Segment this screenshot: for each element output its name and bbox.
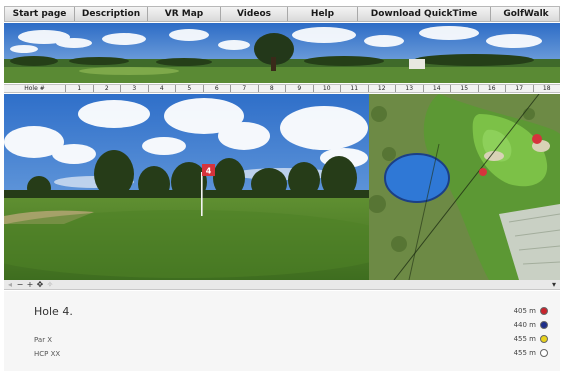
hole-hcp: HCP XX — [34, 350, 61, 358]
hole-18-link[interactable]: 18 — [534, 85, 561, 92]
hole-par: Par X — [34, 336, 53, 344]
vr-controls-bar: ◂ − + ✥ ✧ ▾ — [4, 280, 560, 290]
hole-2-link[interactable]: 2 — [94, 85, 121, 92]
nav-description[interactable]: Description — [75, 7, 148, 21]
hole-selector: Hole # 1 2 3 4 5 6 7 8 9 10 11 12 13 14 … — [4, 84, 560, 93]
hole-map-view[interactable] — [369, 94, 560, 280]
tee-distance: 455 m — [513, 349, 536, 357]
nav-golfwalk[interactable]: GolfWalk — [491, 7, 561, 21]
hole-5-link[interactable]: 5 — [176, 85, 204, 92]
hole-14-link[interactable]: 14 — [424, 85, 451, 92]
hole-6-link[interactable]: 6 — [204, 85, 231, 92]
map-pin-marker — [532, 134, 542, 144]
tee-red-row: 405 m — [514, 307, 548, 315]
nav-videos[interactable]: Videos — [221, 7, 288, 21]
vr-panorama-view[interactable]: 4 — [4, 94, 369, 280]
tee-white-dot — [540, 349, 548, 357]
hole-8-link[interactable]: 8 — [259, 85, 286, 92]
tee-distance: 440 m — [513, 321, 536, 329]
zoom-disabled-icon: ◂ — [7, 279, 12, 289]
hole-7-link[interactable]: 7 — [231, 85, 259, 92]
course-panorama[interactable] — [4, 23, 560, 83]
nav-download-quicktime[interactable]: Download QuickTime — [358, 7, 491, 21]
hole-17-link[interactable]: 17 — [506, 85, 534, 92]
hole-4-link[interactable]: 4 — [149, 85, 176, 92]
tee-yellow-dot — [540, 335, 548, 343]
hole-title: Hole 4. — [34, 305, 73, 318]
panorama-image — [4, 23, 560, 83]
hole-15-link[interactable]: 15 — [451, 85, 479, 92]
menu-down-icon[interactable]: ▾ — [550, 280, 558, 289]
show-hotspots-icon[interactable]: ✧ — [46, 280, 54, 289]
tee-blue-dot — [540, 321, 548, 329]
map-position-marker — [479, 168, 487, 176]
tee-red-dot — [540, 307, 548, 315]
hole-9-link[interactable]: 9 — [286, 85, 314, 92]
tee-distance: 405 m — [513, 307, 536, 315]
hotspot-icon[interactable]: ✥ — [36, 280, 44, 289]
flag-number: 4 — [206, 167, 212, 176]
hole-3-link[interactable]: 3 — [121, 85, 149, 92]
nav-help[interactable]: Help — [288, 7, 358, 21]
top-navigation: Start page Description VR Map Videos Hel… — [4, 6, 560, 22]
nav-start-page[interactable]: Start page — [5, 7, 75, 21]
tee-blue-row: 440 m — [514, 321, 548, 329]
tee-yellow-row: 455 m — [514, 335, 548, 343]
zoom-out-icon[interactable]: − — [16, 280, 24, 289]
hole-16-link[interactable]: 16 — [479, 85, 506, 92]
hole-11-link[interactable]: 11 — [341, 85, 369, 92]
hole-ruler-label: Hole # — [4, 85, 66, 92]
hole-12-link[interactable]: 12 — [369, 85, 396, 92]
green-photo: 4 — [4, 94, 369, 280]
nav-vr-map[interactable]: VR Map — [148, 7, 221, 21]
hole-13-link[interactable]: 13 — [396, 85, 424, 92]
hole-1-link[interactable]: 1 — [66, 85, 94, 92]
zoom-in-icon[interactable]: + — [26, 280, 34, 289]
tee-white-row: 455 m — [514, 349, 548, 357]
hole-10-link[interactable]: 10 — [314, 85, 341, 92]
tee-distance: 455 m — [513, 335, 536, 343]
hole-map — [369, 94, 560, 280]
hole-info-panel: Hole 4. Par X HCP XX 405 m 440 m 455 m 4… — [4, 291, 560, 371]
